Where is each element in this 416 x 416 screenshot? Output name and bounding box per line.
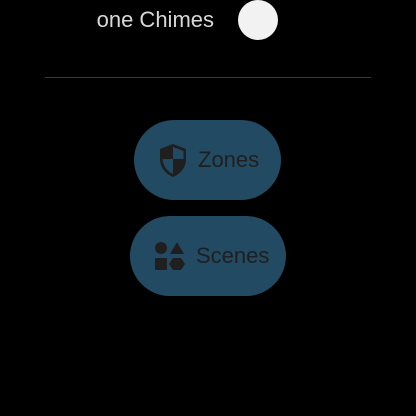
- zones-button[interactable]: Zones: [134, 120, 281, 200]
- zones-label: Zones: [198, 147, 260, 172]
- shield-icon: [158, 142, 188, 178]
- chime-title: one Chimes: [96, 7, 214, 32]
- divider: [45, 77, 371, 78]
- chime-toggle[interactable]: [238, 0, 278, 40]
- scenes-label: Scenes: [196, 243, 270, 268]
- shapes-icon: [154, 241, 186, 271]
- scenes-button[interactable]: Scenes: [130, 216, 286, 296]
- chime-title-row: one Chimes: [0, 4, 222, 36]
